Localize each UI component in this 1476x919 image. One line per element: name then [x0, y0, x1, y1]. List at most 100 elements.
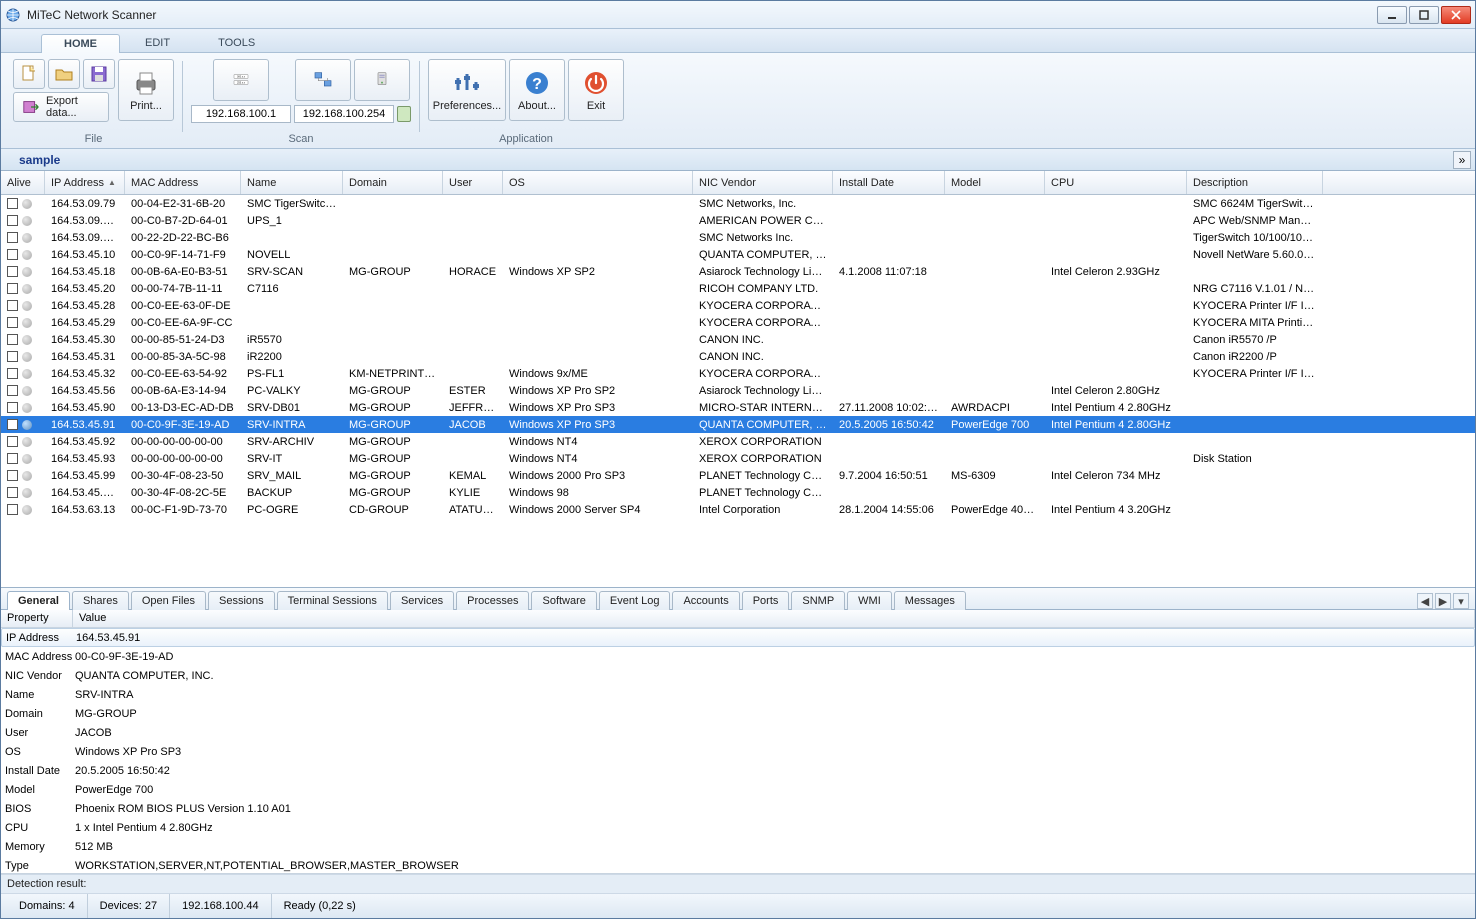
ip-range-picker-icon[interactable] — [397, 106, 411, 122]
table-row[interactable]: 164.53.45.9900-30-4F-08-23-50SRV_MAILMG-… — [1, 467, 1475, 484]
detail-tab-services[interactable]: Services — [390, 591, 454, 610]
property-row[interactable]: Memory512 MB — [1, 837, 1475, 856]
col-ip[interactable]: IP Address — [45, 171, 125, 194]
ribbon-tab-edit[interactable]: EDIT — [122, 33, 193, 52]
detail-tab-shares[interactable]: Shares — [72, 591, 129, 610]
detail-tab-snmp[interactable]: SNMP — [791, 591, 845, 610]
detail-tab-processes[interactable]: Processes — [456, 591, 529, 610]
row-checkbox[interactable] — [7, 198, 18, 209]
row-checkbox[interactable] — [7, 504, 18, 515]
col-model[interactable]: Model — [945, 171, 1045, 194]
property-row[interactable]: MAC Address00-C0-9F-3E-19-AD — [1, 647, 1475, 666]
row-checkbox[interactable] — [7, 300, 18, 311]
property-row[interactable]: UserJACOB — [1, 723, 1475, 742]
table-row[interactable]: 164.53.09.21000-22-2D-22-BC-B6SMC Networ… — [1, 229, 1475, 246]
table-row[interactable]: 164.53.45.24100-30-4F-08-2C-5EBACKUPMG-G… — [1, 484, 1475, 501]
col-cpu[interactable]: CPU — [1045, 171, 1187, 194]
detail-tab-wmi[interactable]: WMI — [847, 591, 892, 610]
ribbon-tab-home[interactable]: HOME — [41, 34, 120, 53]
property-row[interactable]: BIOSPhoenix ROM BIOS PLUS Version 1.10 A… — [1, 799, 1475, 818]
row-checkbox[interactable] — [7, 470, 18, 481]
results-grid[interactable]: 164.53.09.7900-04-E2-31-6B-20SMC TigerSw… — [1, 195, 1475, 588]
table-row[interactable]: 164.53.45.3200-C0-EE-63-54-92PS-FL1KM-NE… — [1, 365, 1475, 382]
property-row[interactable]: TypeWORKSTATION,SERVER,NT,POTENTIAL_BROW… — [1, 856, 1475, 874]
table-row[interactable]: 164.53.45.1000-C0-9F-14-71-F9NOVELLQUANT… — [1, 246, 1475, 263]
row-checkbox[interactable] — [7, 436, 18, 447]
scan-range-button[interactable]: 000.x.x 255.x.x — [213, 59, 269, 101]
open-button[interactable] — [48, 59, 80, 89]
property-row[interactable]: NIC VendorQUANTA COMPUTER, INC. — [1, 666, 1475, 685]
col-domain[interactable]: Domain — [343, 171, 443, 194]
property-row[interactable]: OSWindows XP Pro SP3 — [1, 742, 1475, 761]
property-row[interactable]: IP Address164.53.45.91 — [1, 628, 1475, 647]
row-checkbox[interactable] — [7, 351, 18, 362]
detail-tab-messages[interactable]: Messages — [894, 591, 966, 610]
table-row[interactable]: 164.53.63.1300-0C-F1-9D-73-70PC-OGRECD-G… — [1, 501, 1475, 518]
row-checkbox[interactable] — [7, 385, 18, 396]
col-name[interactable]: Name — [241, 171, 343, 194]
document-tab-sample[interactable]: sample — [9, 151, 70, 169]
col-install[interactable]: Install Date — [833, 171, 945, 194]
row-checkbox[interactable] — [7, 232, 18, 243]
ip-from-input[interactable] — [191, 105, 291, 123]
table-row[interactable]: 164.53.45.1800-0B-6A-E0-B3-51SRV-SCANMG-… — [1, 263, 1475, 280]
row-checkbox[interactable] — [7, 334, 18, 345]
property-grid[interactable]: IP Address164.53.45.91MAC Address00-C0-9… — [1, 628, 1475, 874]
table-row[interactable]: 164.53.09.20500-C0-B7-2D-64-01UPS_1AMERI… — [1, 212, 1475, 229]
row-checkbox[interactable] — [7, 249, 18, 260]
col-alive[interactable]: Alive — [1, 171, 45, 194]
print-button[interactable]: Print... — [118, 59, 174, 121]
row-checkbox[interactable] — [7, 453, 18, 464]
ribbon-tab-tools[interactable]: TOOLS — [195, 33, 278, 52]
new-button[interactable] — [13, 59, 45, 89]
table-row[interactable]: 164.53.45.2000-00-74-7B-11-11C7116RICOH … — [1, 280, 1475, 297]
row-checkbox[interactable] — [7, 402, 18, 413]
table-row[interactable]: 164.53.45.3000-00-85-51-24-D3iR5570CANON… — [1, 331, 1475, 348]
table-row[interactable]: 164.53.45.9200-00-00-00-00-00SRV-ARCHIVM… — [1, 433, 1475, 450]
col-mac[interactable]: MAC Address — [125, 171, 241, 194]
detail-tab-event-log[interactable]: Event Log — [599, 591, 671, 610]
property-row[interactable]: DomainMG-GROUP — [1, 704, 1475, 723]
row-checkbox[interactable] — [7, 419, 18, 430]
detail-tab-open-files[interactable]: Open Files — [131, 591, 206, 610]
row-checkbox[interactable] — [7, 283, 18, 294]
table-row[interactable]: 164.53.45.9300-00-00-00-00-00SRV-ITMG-GR… — [1, 450, 1475, 467]
row-checkbox[interactable] — [7, 266, 18, 277]
table-row[interactable]: 164.53.45.9100-C0-9F-3E-19-ADSRV-INTRAMG… — [1, 416, 1475, 433]
property-row[interactable]: NameSRV-INTRA — [1, 685, 1475, 704]
table-row[interactable]: 164.53.45.5600-0B-6A-E3-14-94PC-VALKYMG-… — [1, 382, 1475, 399]
table-row[interactable]: 164.53.09.7900-04-E2-31-6B-20SMC TigerSw… — [1, 195, 1475, 212]
row-checkbox[interactable] — [7, 487, 18, 498]
scan-network-button[interactable] — [295, 59, 351, 101]
detail-tab-software[interactable]: Software — [531, 591, 596, 610]
tab-prev-icon[interactable]: ◀ — [1417, 593, 1433, 609]
row-checkbox[interactable] — [7, 368, 18, 379]
preferences-button[interactable]: Preferences... — [428, 59, 506, 121]
property-row[interactable]: Install Date20.5.2005 16:50:42 — [1, 761, 1475, 780]
row-checkbox[interactable] — [7, 317, 18, 328]
scan-host-button[interactable] — [354, 59, 410, 101]
table-row[interactable]: 164.53.45.3100-00-85-3A-5C-98iR2200CANON… — [1, 348, 1475, 365]
tabs-overflow-button[interactable]: » — [1453, 151, 1471, 169]
save-button[interactable] — [83, 59, 115, 89]
prop-col-key[interactable]: Property — [1, 610, 73, 627]
export-data-button[interactable]: Export data... — [13, 92, 109, 122]
row-checkbox[interactable] — [7, 215, 18, 226]
col-user[interactable]: User — [443, 171, 503, 194]
detail-tab-sessions[interactable]: Sessions — [208, 591, 275, 610]
detail-tab-accounts[interactable]: Accounts — [672, 591, 739, 610]
minimize-button[interactable] — [1377, 6, 1407, 24]
ip-to-input[interactable] — [294, 105, 394, 123]
prop-col-val[interactable]: Value — [73, 610, 1475, 627]
table-row[interactable]: 164.53.45.2900-C0-EE-6A-9F-CCKYOCERA COR… — [1, 314, 1475, 331]
col-nic[interactable]: NIC Vendor — [693, 171, 833, 194]
exit-button[interactable]: Exit — [568, 59, 624, 121]
col-description[interactable]: Description — [1187, 171, 1323, 194]
maximize-button[interactable] — [1409, 6, 1439, 24]
table-row[interactable]: 164.53.45.9000-13-D3-EC-AD-DBSRV-DB01MG-… — [1, 399, 1475, 416]
tab-next-icon[interactable]: ▶ — [1435, 593, 1451, 609]
tab-menu-icon[interactable]: ▾ — [1453, 593, 1469, 609]
about-button[interactable]: ? About... — [509, 59, 565, 121]
property-row[interactable]: ModelPowerEdge 700 — [1, 780, 1475, 799]
detail-tab-terminal-sessions[interactable]: Terminal Sessions — [277, 591, 388, 610]
